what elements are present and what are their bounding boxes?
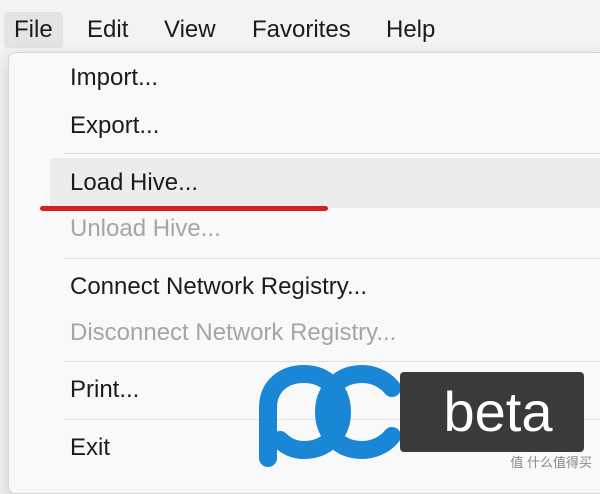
menu-item-import[interactable]: Import... [70, 56, 158, 100]
beta-logo-text: beta [443, 380, 553, 443]
menu-item-export[interactable]: Export... [70, 104, 159, 148]
menu-edit[interactable]: Edit [87, 12, 128, 48]
menu-help[interactable]: Help [386, 12, 435, 48]
menu-item-unload-hive: Unload Hive... [70, 215, 221, 242]
menu-item-disconnect-network-registry: Disconnect Network Registry... [70, 319, 397, 346]
menu-separator [64, 153, 600, 154]
menu-item-exit[interactable]: Exit [70, 426, 110, 470]
annotation-underline [40, 206, 328, 211]
menu-item-connect-network-registry[interactable]: Connect Network Registry... [70, 265, 367, 309]
menu-file[interactable]: File [4, 12, 63, 48]
menu-separator [64, 258, 600, 259]
menu-item-print[interactable]: Print... [70, 368, 139, 412]
menu-favorites[interactable]: Favorites [252, 12, 351, 48]
watermark-text: 值 什么值得买 [510, 455, 592, 470]
menu-bar: File Edit View Favorites Help [0, 0, 600, 58]
menu-item-load-hive[interactable]: Load Hive... [70, 161, 198, 205]
menu-view[interactable]: View [164, 12, 216, 48]
